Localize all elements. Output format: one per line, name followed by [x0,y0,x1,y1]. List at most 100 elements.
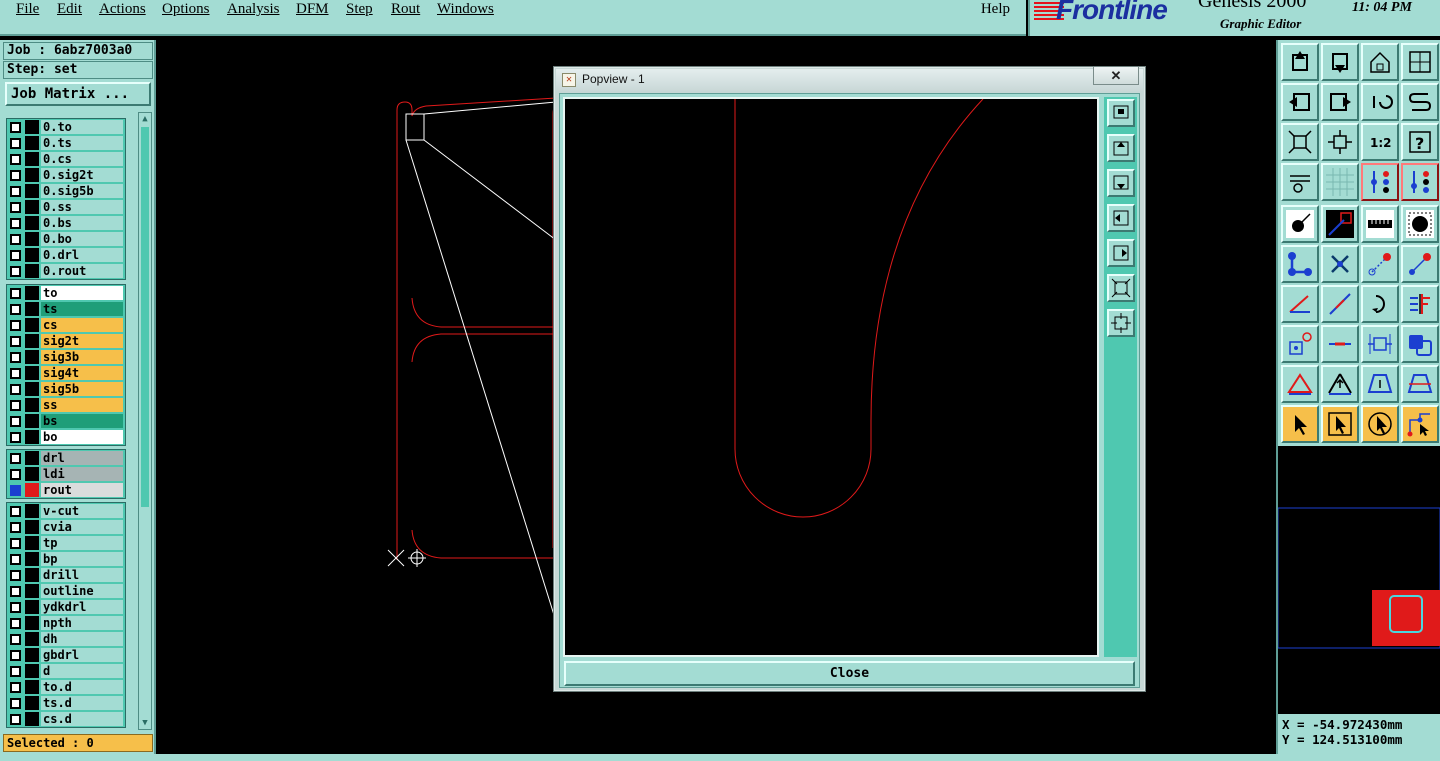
layer-name[interactable]: drill [41,568,123,582]
shape-edit-tool-icon[interactable] [1401,365,1439,403]
menu-step[interactable]: Step [346,1,373,18]
layer-checkbox[interactable] [10,186,21,197]
layer-name[interactable]: to [41,286,123,300]
layer-row[interactable]: to.d [7,679,125,695]
layer-row[interactable]: ts.d [7,695,125,711]
popview-close-button[interactable]: Close [564,661,1135,686]
layer-row[interactable]: 0.sig5b [7,183,125,199]
undo-tool-icon[interactable] [1361,83,1399,121]
triangle-tool-icon[interactable] [1281,365,1319,403]
layer-name[interactable]: bs [41,414,123,428]
layer-row[interactable]: 0.ts [7,135,125,151]
grid-tool-icon[interactable] [1321,163,1359,201]
angle-tool-icon[interactable] [1281,285,1319,323]
layer-checkbox[interactable] [10,304,21,315]
layer-row[interactable]: cvia [7,519,125,535]
layer-name[interactable]: tp [41,536,123,550]
layer-checkbox[interactable] [10,384,21,395]
layer-checkbox[interactable] [10,666,21,677]
zoom-out-icon[interactable] [1107,309,1135,337]
layer-checkbox[interactable] [10,485,21,496]
layer-row[interactable]: ts [7,301,125,317]
menu-dfm[interactable]: DFM [296,1,329,18]
layer-name[interactable]: cvia [41,520,123,534]
layer-name[interactable]: bp [41,552,123,566]
layer-row[interactable]: bs [7,413,125,429]
layer-checkbox[interactable] [10,538,21,549]
layer-name[interactable]: to.d [41,680,123,694]
layer-checkbox[interactable] [10,453,21,464]
circle-tool-icon[interactable] [1401,205,1439,243]
layer-name[interactable]: 0.bs [41,216,123,230]
select-circle-tool-icon[interactable] [1361,405,1399,443]
layer-checkbox[interactable] [10,288,21,299]
move-point-tool-icon[interactable] [1361,245,1399,283]
layer-checkbox[interactable] [10,250,21,261]
menu-analysis[interactable]: Analysis [227,1,280,18]
layer-name[interactable]: 0.to [41,120,123,134]
copy-tool-icon[interactable] [1401,325,1439,363]
popview-titlebar[interactable]: ✕ Popview - 1 [556,69,1143,91]
layer-checkbox[interactable] [10,400,21,411]
layer-name[interactable]: 0.ts [41,136,123,150]
layer-checkbox[interactable] [10,469,21,480]
layer-row[interactable]: sig2t [7,333,125,349]
layer-row[interactable]: npth [7,615,125,631]
popview-canvas[interactable] [563,97,1099,657]
layer-checkbox[interactable] [10,586,21,597]
layer-checkbox[interactable] [10,154,21,165]
pan-right-tool-icon[interactable] [1321,83,1359,121]
mirror-tool-icon[interactable] [1401,285,1439,323]
window-tool-icon[interactable] [1401,43,1439,81]
layer-checkbox[interactable] [10,170,21,181]
layer-checkbox[interactable] [10,266,21,277]
layer-name[interactable]: sig2t [41,334,123,348]
layer-row[interactable]: gbdrl [7,647,125,663]
scroll-thumb[interactable] [141,127,149,507]
layer-name[interactable]: ydkdrl [41,600,123,614]
stretch-tool-icon[interactable] [1361,325,1399,363]
menu-windows[interactable]: Windows [437,1,494,18]
layer-checkbox[interactable] [10,618,21,629]
job-matrix-button[interactable]: Job Matrix ... [5,82,151,106]
layer-row[interactable]: sig4t [7,365,125,381]
zoom-fit-icon[interactable] [1107,99,1135,127]
layer-row[interactable]: rout [7,482,125,498]
layer-row[interactable]: dh [7,631,125,647]
cross-tool-icon[interactable] [1321,245,1359,283]
select-polygon-tool-icon[interactable] [1401,405,1439,443]
overview-panel[interactable] [1276,446,1440,714]
menu-edit[interactable]: Edit [57,1,82,18]
layer-checkbox[interactable] [10,650,21,661]
pad-move-tool-icon[interactable] [1281,325,1319,363]
select-box-tool-icon[interactable] [1321,405,1359,443]
zoom-in-icon[interactable] [1107,274,1135,302]
layer-name[interactable]: ts.d [41,696,123,710]
pan-left-tool-icon[interactable] [1281,83,1319,121]
layer-filter-tool-icon[interactable] [1401,163,1439,201]
menu-file[interactable]: File [16,1,39,18]
layer-name[interactable]: rout [41,483,123,497]
layer-row[interactable]: 0.cs [7,151,125,167]
layer-checkbox[interactable] [10,218,21,229]
trim-tool-icon[interactable] [1321,285,1359,323]
layer-row[interactable]: drill [7,567,125,583]
layer-row[interactable]: 0.bs [7,215,125,231]
layer-checkbox[interactable] [10,336,21,347]
layer-row[interactable]: sig5b [7,381,125,397]
window-close-icon[interactable]: ✕ [1093,67,1139,85]
layer-name[interactable]: ss [41,398,123,412]
layer-row[interactable]: 0.bo [7,231,125,247]
layer-checkbox[interactable] [10,682,21,693]
settings-tool-icon[interactable] [1281,163,1319,201]
menu-options[interactable]: Options [162,1,210,18]
layer-row[interactable]: 0.to [7,119,125,135]
layer-name[interactable]: sig3b [41,350,123,364]
layer-name[interactable]: 0.drl [41,248,123,262]
scale-1-2-tool-icon[interactable]: 1:2 [1361,123,1399,161]
layer-checkbox[interactable] [10,714,21,725]
layer-row[interactable]: bp [7,551,125,567]
layer-select-tool-icon[interactable] [1361,163,1399,201]
scroll-up-icon[interactable]: ▲ [139,113,151,125]
layer-row[interactable]: cs [7,317,125,333]
